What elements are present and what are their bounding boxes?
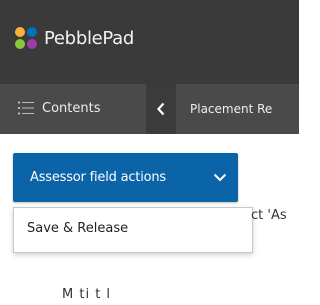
breadcrumb[interactable]: Placement Re xyxy=(190,84,272,134)
assessor-actions-menu: Save & Release xyxy=(13,207,253,253)
background-text-bottom: M ti t l xyxy=(62,287,112,302)
pebblepad-logo-icon xyxy=(14,27,38,51)
assessor-field-actions-button[interactable]: Assessor field actions xyxy=(13,153,238,202)
menu-item-label: Save & Release xyxy=(27,221,129,236)
menu-item-save-release[interactable]: Save & Release xyxy=(14,208,252,252)
nav-bar: Contents Placement Re xyxy=(0,84,299,134)
back-button[interactable] xyxy=(146,84,176,134)
logo-dot-blue xyxy=(27,27,37,37)
chevron-left-icon xyxy=(157,102,165,116)
top-header: PebblePad xyxy=(0,0,299,84)
contents-button[interactable]: Contents xyxy=(0,84,146,134)
background-text: ct 'As xyxy=(251,208,287,223)
brand-name: PebblePad xyxy=(44,28,135,49)
list-icon xyxy=(18,101,34,115)
logo-dot-green xyxy=(15,39,25,49)
logo-dot-orange xyxy=(15,27,25,37)
contents-label: Contents xyxy=(42,101,101,116)
logo-dot-purple xyxy=(27,39,37,49)
chevron-down-icon xyxy=(213,173,227,182)
assessor-field-actions-label: Assessor field actions xyxy=(30,170,166,185)
